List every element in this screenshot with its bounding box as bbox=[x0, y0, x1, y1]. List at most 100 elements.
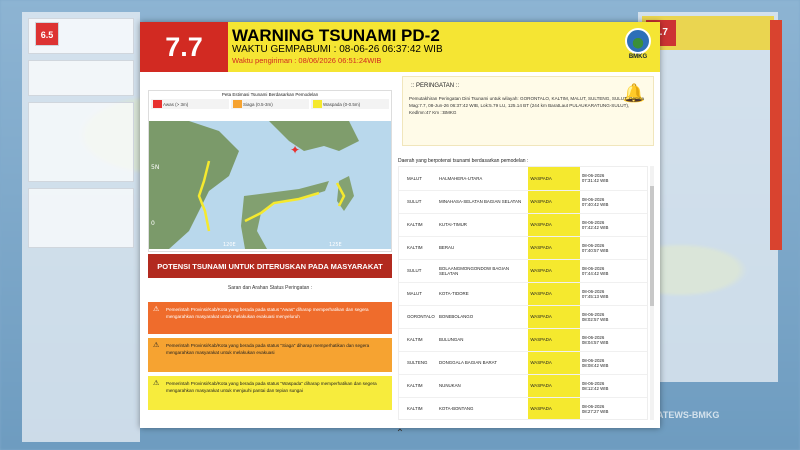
table-row: GORONTALO BONEBOLANGO WASPADA 08-06-2026 08:… bbox=[399, 305, 647, 329]
cell-province: KALTIM bbox=[399, 328, 437, 352]
table-row: SULUT BOLAANGMONGONDOW BAGIAN SELATAN WASP… bbox=[399, 259, 647, 283]
cell-time: 08-06-2026 08:02:57 WIB bbox=[579, 305, 647, 329]
cell-time: 08-06-2026 08:27:27 WIB bbox=[579, 397, 647, 419]
background-red-strip bbox=[770, 20, 782, 250]
cell-time: 08-06-2026 07:42:42 WIB bbox=[579, 213, 647, 237]
legend-label: Waspada (0-0.5m) bbox=[323, 101, 361, 107]
table-row: KALTIM KOTA-BONTANG WASPADA 08-06-2026 08:27… bbox=[399, 397, 647, 419]
lon-label: 125E bbox=[329, 242, 342, 248]
magnitude-badge: 7.7 bbox=[140, 22, 228, 72]
bmkg-logo-label: BMKG bbox=[628, 54, 648, 60]
cell-regency: NUNUKAN bbox=[436, 374, 529, 398]
warning-title: WARNING TSUNAMI PD-2 bbox=[232, 26, 440, 45]
background-magnitude-badge: 6.5 bbox=[35, 22, 59, 46]
cell-regency: BOLAANGMONGONDOW BAGIAN SELATAN bbox=[436, 259, 529, 283]
cell-status: WASPADA bbox=[528, 305, 580, 329]
peringatan-title: :: PERINGATAN :: bbox=[411, 83, 460, 89]
legend-swatch bbox=[153, 100, 162, 108]
cell-clock: 07:45:13 WIB bbox=[581, 293, 609, 299]
cell-regency: KOTA-TIDORE bbox=[436, 282, 529, 306]
chevron-up-icon[interactable]: ⌃ bbox=[394, 428, 406, 440]
cell-status: WASPADA bbox=[528, 397, 580, 419]
map-title: Peta Estimasi Tsunami Berdasarkan Pemode… bbox=[221, 92, 319, 97]
epicenter-icon: ✦ bbox=[290, 143, 300, 157]
land-sulawesi bbox=[241, 181, 329, 249]
cell-time: 08-06-2026 08:08:42 WIB bbox=[579, 351, 647, 375]
cell-province: KALTIM bbox=[399, 374, 437, 398]
legend-waspada: Waspada (0-0.5m) bbox=[311, 99, 389, 109]
cell-regency: KOTA-BONTANG bbox=[436, 397, 529, 419]
cell-status: WASPADA bbox=[528, 213, 580, 237]
cell-province: KALTIM bbox=[399, 397, 437, 419]
tsunami-map[interactable]: ✦ 5N 0 120E 125E bbox=[149, 121, 391, 249]
region-table: MALUT HALMAHERA-UTARA WASPADA 08-06-2026 07:… bbox=[399, 167, 647, 419]
cell-province: SULUT bbox=[399, 259, 437, 283]
legend-swatch bbox=[233, 100, 242, 108]
cell-status: WASPADA bbox=[528, 167, 580, 191]
table-row: KALTIM BULUNGAN WASPADA 08-06-2026 08:04:57 … bbox=[399, 328, 647, 352]
cell-status: WASPADA bbox=[528, 374, 580, 398]
tsunami-estimate-map-panel: Peta Estimasi Tsunami Berdasarkan Pemode… bbox=[148, 90, 392, 252]
background-info-card bbox=[28, 188, 134, 248]
advice-text: Pemerintah Provinsi/Kab/Kota yang berada… bbox=[166, 381, 377, 393]
table-row: KALTIM NUNUKAN WASPADA 08-06-2026 08:12:42 W… bbox=[399, 374, 647, 398]
background-info-card bbox=[28, 102, 134, 182]
peringatan-box: :: PERINGATAN :: 🔔 Pemutakhiran Peringat… bbox=[402, 76, 654, 146]
cell-status: WASPADA bbox=[528, 236, 580, 260]
cell-time: 08-06-2026 07:44:42 WIB bbox=[579, 259, 647, 283]
cell-province: GORONTALO bbox=[399, 305, 437, 329]
cell-status: WASPADA bbox=[528, 351, 580, 375]
cell-time: 08-06-2026 07:31:42 WIB bbox=[579, 167, 647, 191]
cell-clock: 08:08:42 WIB bbox=[581, 362, 609, 368]
map-svg: ✦ 5N 0 120E 125E bbox=[149, 121, 359, 249]
cell-time: 08-06-2026 07:40:57 WIB bbox=[579, 236, 647, 260]
cell-province: SULUT bbox=[399, 190, 437, 214]
cell-clock: 07:44:42 WIB bbox=[581, 270, 609, 276]
sent-time: Waktu pengiriman : 08/06/2026 06:51:24WI… bbox=[232, 56, 382, 65]
lat-label: 0 bbox=[151, 220, 155, 227]
cell-clock: 07:42:42 WIB bbox=[581, 224, 609, 230]
cell-clock: 07:31:42 WIB bbox=[581, 178, 609, 184]
legend-siaga: Siaga (0.5-3m) bbox=[231, 99, 309, 109]
cell-regency: HALMAHERA-UTARA bbox=[436, 167, 529, 191]
warning-header: 7.7 WARNING TSUNAMI PD-2 WAKTU GEMPABUMI… bbox=[140, 22, 660, 72]
warning-icon: ⚠ bbox=[153, 342, 160, 349]
background-left-panel: 6.5 bbox=[22, 12, 140, 442]
legend-label: Awas (> 3m) bbox=[163, 101, 189, 107]
background-inatews-logo: INATEWS-BMKG bbox=[648, 410, 720, 420]
cell-regency: BERAU bbox=[436, 236, 529, 260]
saran-title: Saran dan Arahan Status Peringatan : bbox=[227, 285, 313, 291]
cell-regency: DONGGALA BAGIAN BARAT bbox=[436, 351, 529, 375]
cell-time: 08-06-2026 07:40:42 WIB bbox=[579, 190, 647, 214]
table-row: SULUT MINAHASA-SELATAN BAGIAN SELATAN WASP… bbox=[399, 190, 647, 214]
cell-status: WASPADA bbox=[528, 259, 580, 283]
background-warning-header: 7.7 bbox=[642, 16, 774, 50]
bmkg-logo: BMKG bbox=[622, 28, 654, 60]
legend-awas: Awas (> 3m) bbox=[151, 99, 229, 109]
cell-regency: BONEBOLANGO bbox=[436, 305, 529, 329]
warning-icon: ⚠ bbox=[153, 380, 160, 387]
table-row: SULTENG DONGGALA BAGIAN BARAT WASPADA 08-06… bbox=[399, 351, 647, 375]
background-event-card bbox=[28, 60, 134, 96]
warning-icon: ⚠ bbox=[153, 306, 160, 313]
cell-regency: MINAHASA-SELATAN BAGIAN SELATAN bbox=[436, 190, 529, 214]
advice-awas: ⚠ Pemerintah Provinsi/Kab/Kota yang bera… bbox=[148, 302, 392, 334]
region-table-container[interactable]: MALUT HALMAHERA-UTARA WASPADA 08-06-2026 07:… bbox=[398, 166, 648, 420]
scrollbar-thumb[interactable] bbox=[650, 186, 654, 306]
cell-province: MALUT bbox=[399, 167, 437, 191]
table-scrollbar[interactable] bbox=[650, 166, 654, 420]
table-row: KALTIM KUTAI-TIMUR WASPADA 08-06-2026 07:42:… bbox=[399, 213, 647, 237]
legend-label: Siaga (0.5-3m) bbox=[243, 101, 273, 107]
cell-province: KALTIM bbox=[399, 213, 437, 237]
cell-status: WASPADA bbox=[528, 328, 580, 352]
cell-regency: KUTAI-TIMUR bbox=[436, 213, 529, 237]
cell-clock: 08:04:57 WIB bbox=[581, 339, 609, 345]
cell-province: SULTENG bbox=[399, 351, 437, 375]
tsunami-warning-modal: 7.7 WARNING TSUNAMI PD-2 WAKTU GEMPABUMI… bbox=[140, 22, 660, 428]
background-event-card: 6.5 bbox=[28, 18, 134, 54]
map-legend: Awas (> 3m) Siaga (0.5-3m) Waspada (0-0.… bbox=[149, 99, 391, 109]
cell-time: 08-06-2026 08:04:57 WIB bbox=[579, 328, 647, 352]
cell-time: 08-06-2026 08:12:42 WIB bbox=[579, 374, 647, 398]
advice-text: Pemerintah Provinsi/Kab/Kota yang berada… bbox=[166, 343, 370, 355]
cell-clock: 07:40:42 WIB bbox=[581, 201, 609, 207]
